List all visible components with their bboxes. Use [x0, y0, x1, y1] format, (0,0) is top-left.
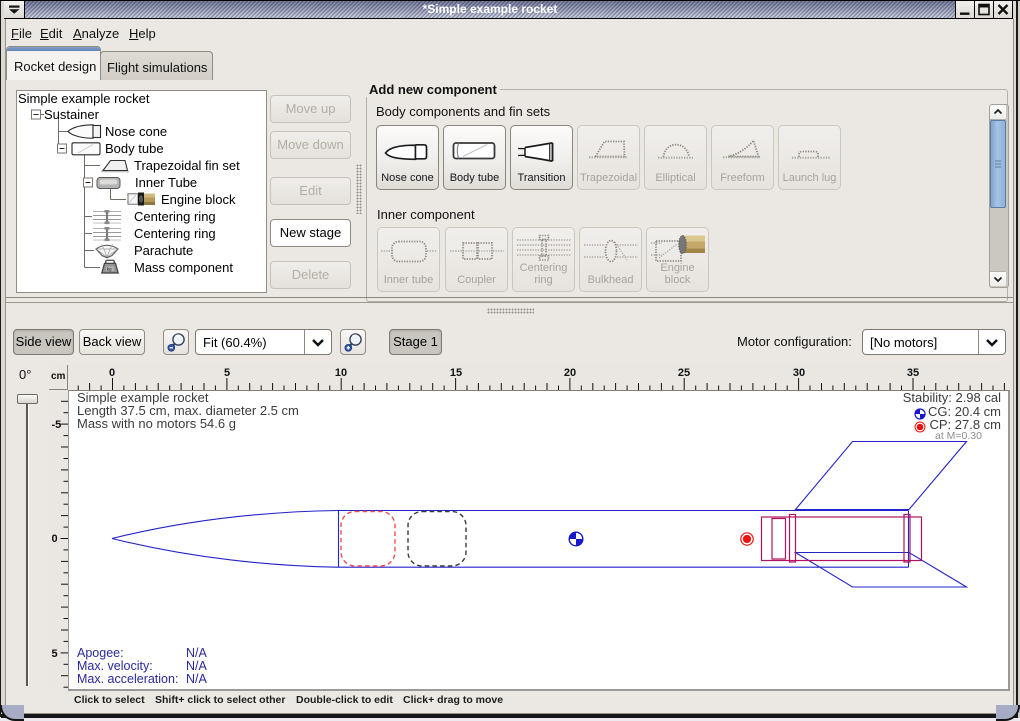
svg-text:35: 35: [907, 367, 919, 379]
svg-text:0: 0: [109, 367, 115, 379]
svg-text:5: 5: [52, 648, 58, 660]
svg-text:10: 10: [335, 367, 347, 379]
svg-text:25: 25: [678, 367, 690, 379]
svg-text:0: 0: [52, 533, 58, 545]
svg-text:30: 30: [793, 367, 805, 379]
svg-text:-5: -5: [52, 419, 62, 431]
svg-text:5: 5: [224, 367, 230, 379]
svg-text:15: 15: [450, 367, 462, 379]
svg-text:kg: kg: [107, 267, 112, 272]
svg-text:20: 20: [564, 367, 576, 379]
